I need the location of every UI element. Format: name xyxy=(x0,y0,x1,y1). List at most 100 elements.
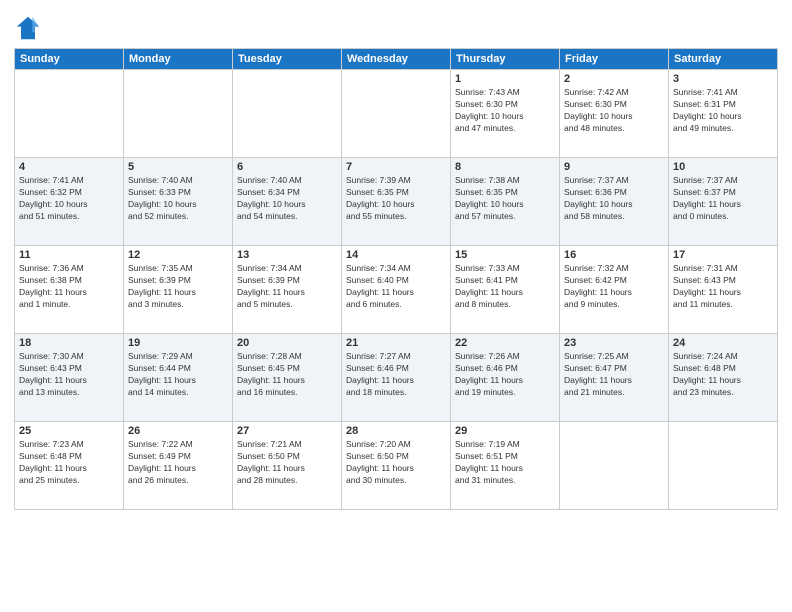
day-number: 2 xyxy=(564,73,664,85)
day-number: 26 xyxy=(128,425,228,437)
header xyxy=(14,10,778,42)
day-cell: 22 Sunrise: 7:26 AM Sunset: 6:46 PM Dayli… xyxy=(451,334,560,422)
day-number: 20 xyxy=(237,337,337,349)
day-header-wednesday: Wednesday xyxy=(342,49,451,70)
day-cell: 17 Sunrise: 7:31 AM Sunset: 6:43 PM Dayli… xyxy=(669,246,778,334)
day-info: Sunrise: 7:38 AM Sunset: 6:35 PM Dayligh… xyxy=(455,175,555,223)
day-cell: 11 Sunrise: 7:36 AM Sunset: 6:38 PM Dayli… xyxy=(15,246,124,334)
day-cell: 13Sunrise: 7:34 AM Sunset: 6:39 PM Dayli… xyxy=(233,246,342,334)
day-info: Sunrise: 7:19 AM Sunset: 6:51 PM Dayligh… xyxy=(455,439,555,487)
day-cell: 1 Sunrise: 7:43 AM Sunset: 6:30 PM Daylig… xyxy=(451,70,560,158)
day-cell: 25 Sunrise: 7:23 AM Sunset: 6:48 PM Dayli… xyxy=(15,422,124,510)
page: SundayMondayTuesdayWednesdayThursdayFrid… xyxy=(0,0,792,612)
day-number: 5 xyxy=(128,161,228,173)
day-cell: 21Sunrise: 7:27 AM Sunset: 6:46 PM Dayli… xyxy=(342,334,451,422)
day-info: Sunrise: 7:34 AM Sunset: 6:40 PM Dayligh… xyxy=(346,263,446,311)
day-cell xyxy=(233,70,342,158)
day-info: Sunrise: 7:39 AM Sunset: 6:35 PM Dayligh… xyxy=(346,175,446,223)
day-info: Sunrise: 7:22 AM Sunset: 6:49 PM Dayligh… xyxy=(128,439,228,487)
week-row-2: 4 Sunrise: 7:41 AM Sunset: 6:32 PM Daylig… xyxy=(15,158,778,246)
day-info: Sunrise: 7:31 AM Sunset: 6:43 PM Dayligh… xyxy=(673,263,773,311)
day-info: Sunrise: 7:41 AM Sunset: 6:31 PM Dayligh… xyxy=(673,87,773,135)
day-info: Sunrise: 7:24 AM Sunset: 6:48 PM Dayligh… xyxy=(673,351,773,399)
day-info: Sunrise: 7:25 AM Sunset: 6:47 PM Dayligh… xyxy=(564,351,664,399)
day-number: 28 xyxy=(346,425,446,437)
day-number: 8 xyxy=(455,161,555,173)
day-number: 1 xyxy=(455,73,555,85)
day-number: 25 xyxy=(19,425,119,437)
day-cell: 9Sunrise: 7:37 AM Sunset: 6:36 PM Daylig… xyxy=(560,158,669,246)
day-info: Sunrise: 7:37 AM Sunset: 6:36 PM Dayligh… xyxy=(564,175,664,223)
calendar-table: SundayMondayTuesdayWednesdayThursdayFrid… xyxy=(14,48,778,510)
day-number: 12 xyxy=(128,249,228,261)
day-number: 7 xyxy=(346,161,446,173)
day-info: Sunrise: 7:26 AM Sunset: 6:46 PM Dayligh… xyxy=(455,351,555,399)
day-info: Sunrise: 7:33 AM Sunset: 6:41 PM Dayligh… xyxy=(455,263,555,311)
day-cell: 2 Sunrise: 7:42 AM Sunset: 6:30 PM Daylig… xyxy=(560,70,669,158)
day-number: 19 xyxy=(128,337,228,349)
day-cell: 27 Sunrise: 7:21 AM Sunset: 6:50 PM Dayli… xyxy=(233,422,342,510)
day-header-sunday: Sunday xyxy=(15,49,124,70)
week-row-1: 1 Sunrise: 7:43 AM Sunset: 6:30 PM Daylig… xyxy=(15,70,778,158)
day-number: 16 xyxy=(564,249,664,261)
day-header-thursday: Thursday xyxy=(451,49,560,70)
day-header-monday: Monday xyxy=(124,49,233,70)
day-cell: 16 Sunrise: 7:32 AM Sunset: 6:42 PM Dayli… xyxy=(560,246,669,334)
day-info: Sunrise: 7:36 AM Sunset: 6:38 PM Dayligh… xyxy=(19,263,119,311)
day-cell xyxy=(15,70,124,158)
day-number: 18 xyxy=(19,337,119,349)
day-info: Sunrise: 7:41 AM Sunset: 6:32 PM Dayligh… xyxy=(19,175,119,223)
day-cell: 24 Sunrise: 7:24 AM Sunset: 6:48 PM Dayli… xyxy=(669,334,778,422)
week-row-3: 11 Sunrise: 7:36 AM Sunset: 6:38 PM Dayli… xyxy=(15,246,778,334)
day-number: 27 xyxy=(237,425,337,437)
day-number: 23 xyxy=(564,337,664,349)
logo xyxy=(14,14,46,42)
day-info: Sunrise: 7:42 AM Sunset: 6:30 PM Dayligh… xyxy=(564,87,664,135)
day-cell: 26 Sunrise: 7:22 AM Sunset: 6:49 PM Dayli… xyxy=(124,422,233,510)
day-info: Sunrise: 7:43 AM Sunset: 6:30 PM Dayligh… xyxy=(455,87,555,135)
day-info: Sunrise: 7:30 AM Sunset: 6:43 PM Dayligh… xyxy=(19,351,119,399)
day-number: 14 xyxy=(346,249,446,261)
day-info: Sunrise: 7:29 AM Sunset: 6:44 PM Dayligh… xyxy=(128,351,228,399)
day-number: 24 xyxy=(673,337,773,349)
day-info: Sunrise: 7:23 AM Sunset: 6:48 PM Dayligh… xyxy=(19,439,119,487)
logo-icon xyxy=(14,14,42,42)
day-number: 17 xyxy=(673,249,773,261)
day-number: 6 xyxy=(237,161,337,173)
week-row-4: 18 Sunrise: 7:30 AM Sunset: 6:43 PM Dayli… xyxy=(15,334,778,422)
day-cell xyxy=(560,422,669,510)
day-cell xyxy=(669,422,778,510)
day-cell xyxy=(124,70,233,158)
day-cell: 5Sunrise: 7:40 AM Sunset: 6:33 PM Daylig… xyxy=(124,158,233,246)
day-number: 4 xyxy=(19,161,119,173)
day-cell: 29Sunrise: 7:19 AM Sunset: 6:51 PM Dayli… xyxy=(451,422,560,510)
day-info: Sunrise: 7:37 AM Sunset: 6:37 PM Dayligh… xyxy=(673,175,773,223)
day-info: Sunrise: 7:28 AM Sunset: 6:45 PM Dayligh… xyxy=(237,351,337,399)
day-info: Sunrise: 7:35 AM Sunset: 6:39 PM Dayligh… xyxy=(128,263,228,311)
day-number: 15 xyxy=(455,249,555,261)
day-number: 10 xyxy=(673,161,773,173)
day-cell: 19 Sunrise: 7:29 AM Sunset: 6:44 PM Dayli… xyxy=(124,334,233,422)
day-cell: 14 Sunrise: 7:34 AM Sunset: 6:40 PM Dayli… xyxy=(342,246,451,334)
day-cell xyxy=(342,70,451,158)
day-info: Sunrise: 7:40 AM Sunset: 6:34 PM Dayligh… xyxy=(237,175,337,223)
day-info: Sunrise: 7:21 AM Sunset: 6:50 PM Dayligh… xyxy=(237,439,337,487)
day-cell: 23 Sunrise: 7:25 AM Sunset: 6:47 PM Dayli… xyxy=(560,334,669,422)
day-cell: 18 Sunrise: 7:30 AM Sunset: 6:43 PM Dayli… xyxy=(15,334,124,422)
day-number: 13 xyxy=(237,249,337,261)
day-info: Sunrise: 7:32 AM Sunset: 6:42 PM Dayligh… xyxy=(564,263,664,311)
day-cell: 12 Sunrise: 7:35 AM Sunset: 6:39 PM Dayli… xyxy=(124,246,233,334)
day-number: 22 xyxy=(455,337,555,349)
day-info: Sunrise: 7:20 AM Sunset: 6:50 PM Dayligh… xyxy=(346,439,446,487)
day-header-saturday: Saturday xyxy=(669,49,778,70)
day-info: Sunrise: 7:27 AM Sunset: 6:46 PM Dayligh… xyxy=(346,351,446,399)
day-cell: 10 Sunrise: 7:37 AM Sunset: 6:37 PM Dayli… xyxy=(669,158,778,246)
week-row-5: 25 Sunrise: 7:23 AM Sunset: 6:48 PM Dayli… xyxy=(15,422,778,510)
day-number: 3 xyxy=(673,73,773,85)
day-cell: 6 Sunrise: 7:40 AM Sunset: 6:34 PM Daylig… xyxy=(233,158,342,246)
day-cell: 4 Sunrise: 7:41 AM Sunset: 6:32 PM Daylig… xyxy=(15,158,124,246)
day-cell: 28 Sunrise: 7:20 AM Sunset: 6:50 PM Dayli… xyxy=(342,422,451,510)
day-number: 11 xyxy=(19,249,119,261)
day-header-tuesday: Tuesday xyxy=(233,49,342,70)
day-cell: 3 Sunrise: 7:41 AM Sunset: 6:31 PM Daylig… xyxy=(669,70,778,158)
